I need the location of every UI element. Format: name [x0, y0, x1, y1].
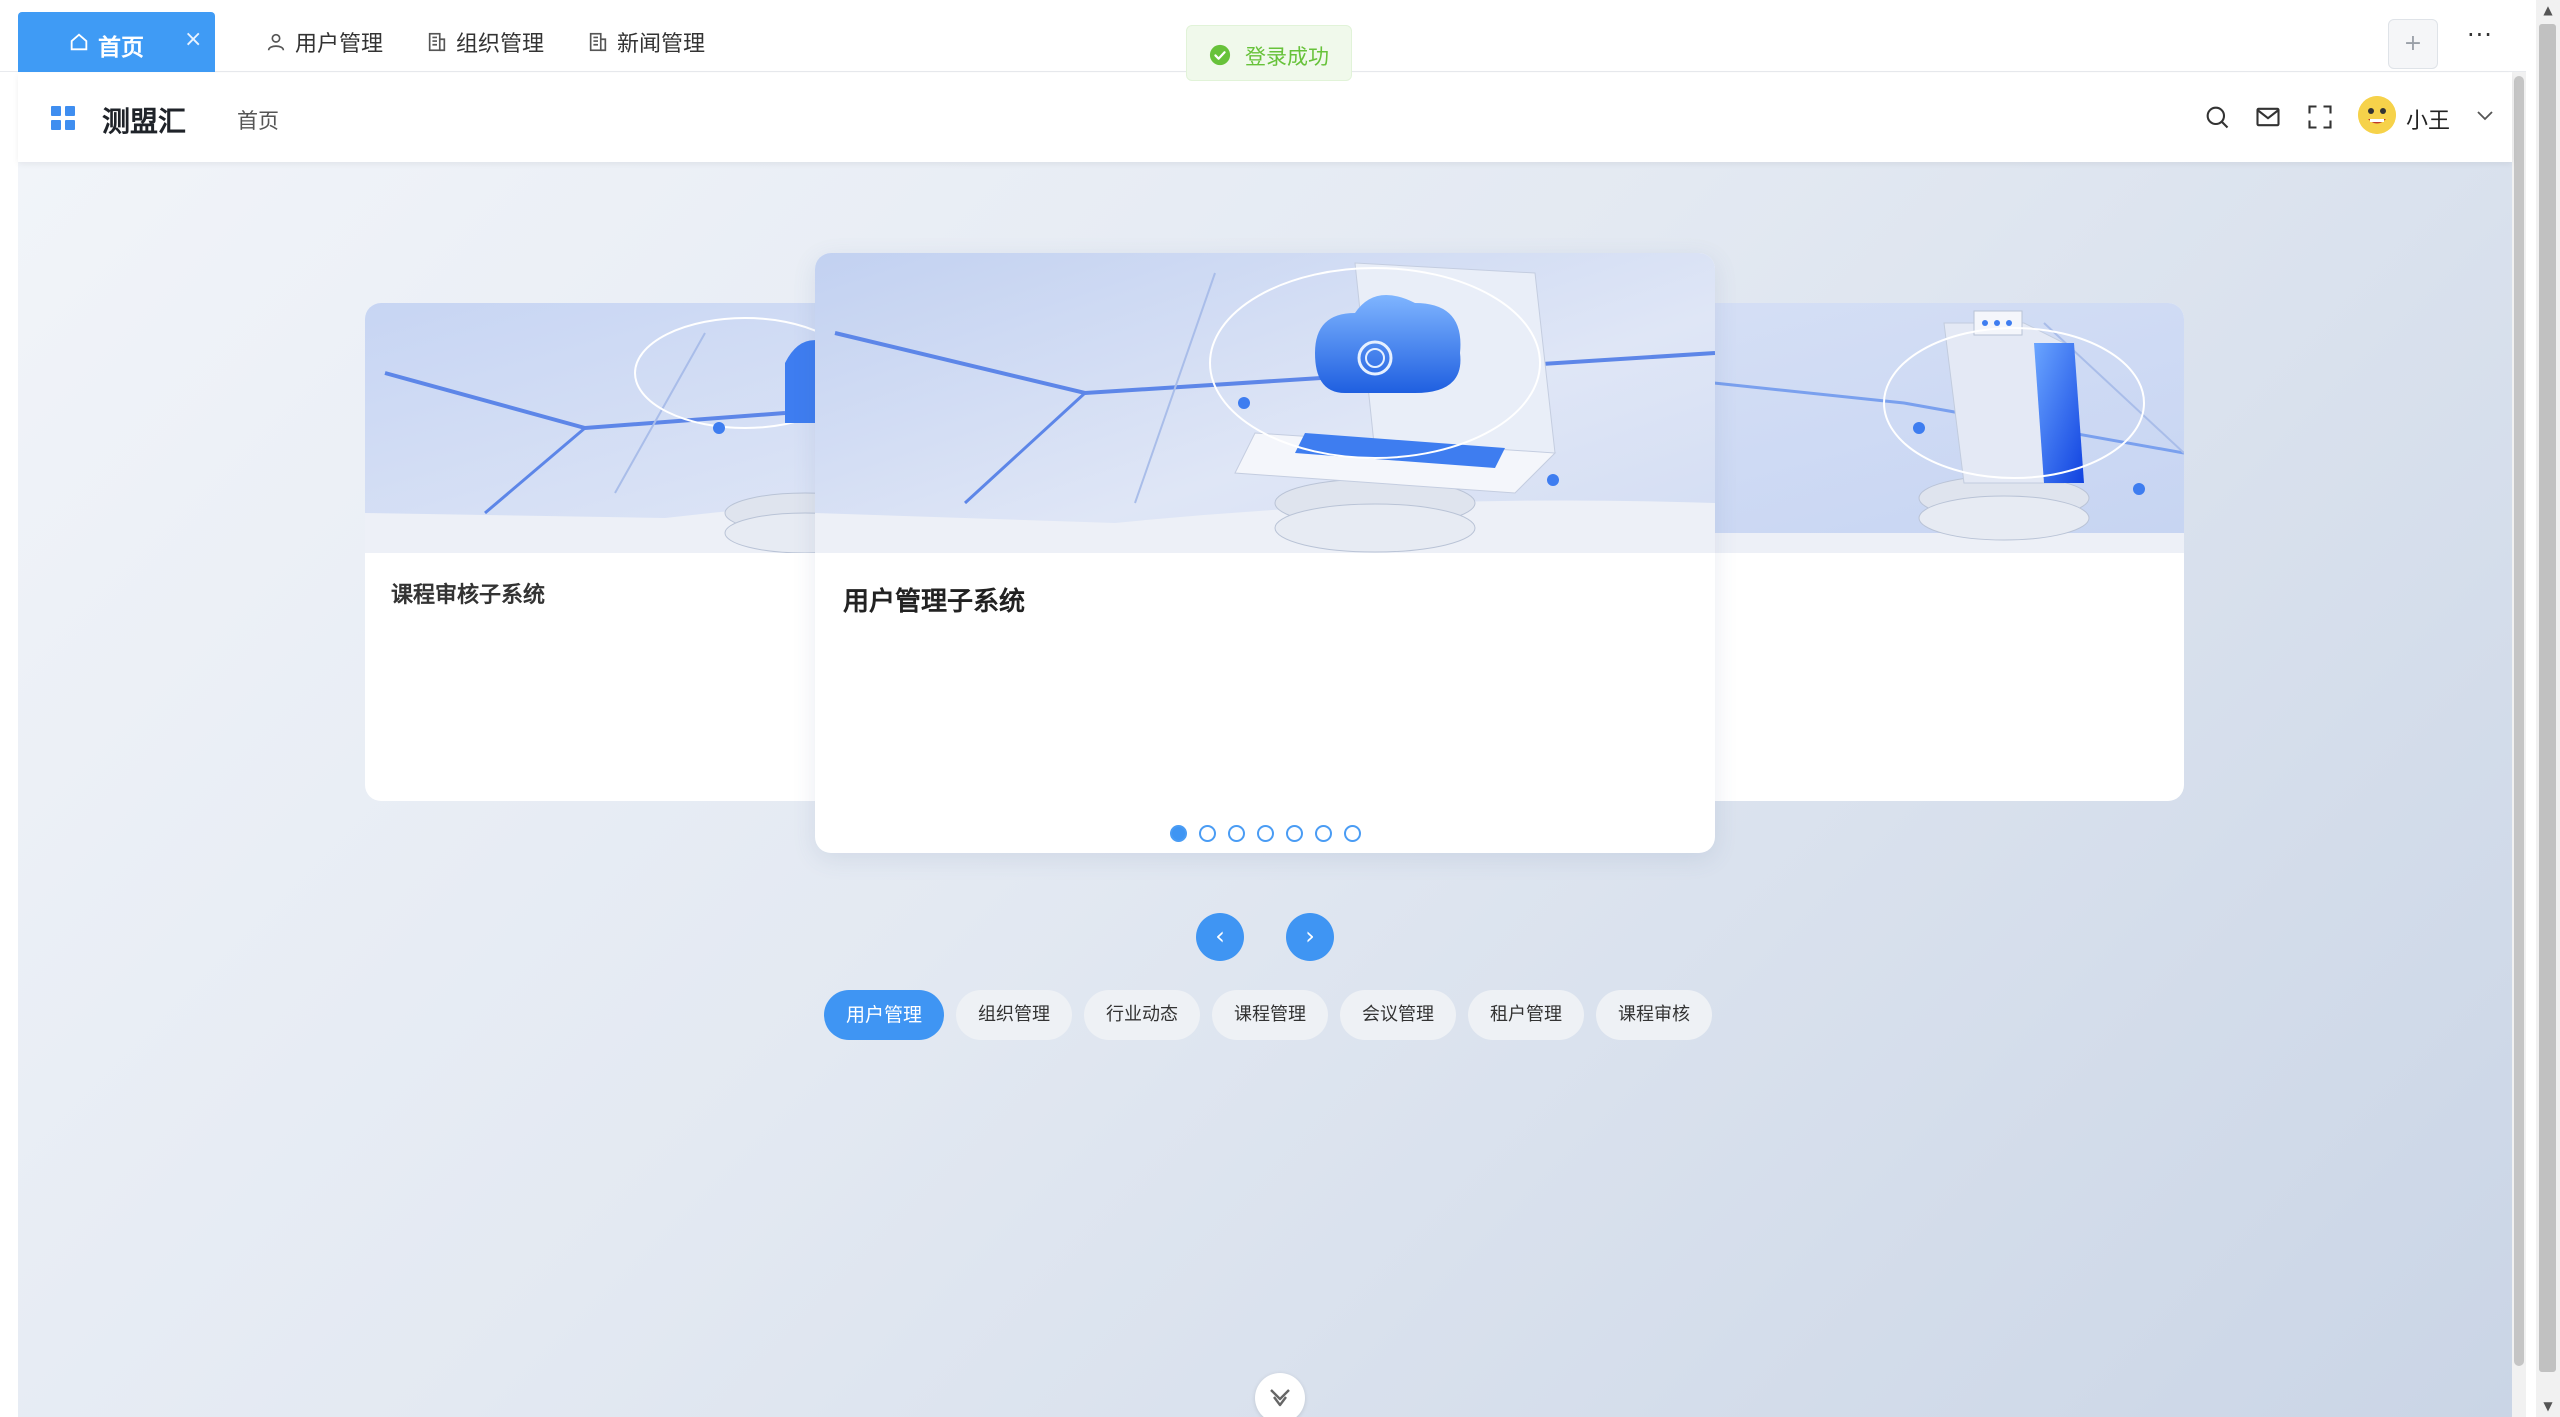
carousel-dot[interactable] — [1314, 825, 1332, 842]
tab-org-management[interactable]: 组织管理 — [426, 12, 544, 72]
user-icon — [267, 33, 285, 51]
mail-icon[interactable] — [2254, 103, 2282, 131]
tab-label: 组织管理 — [456, 32, 545, 57]
home-icon — [70, 33, 88, 51]
carousel-dot[interactable] — [1198, 825, 1216, 842]
chevron-left-icon: ‹ — [1215, 922, 1225, 950]
module-chip[interactable]: 用户管理 — [824, 990, 945, 1040]
search-icon[interactable] — [2203, 103, 2231, 131]
login-success-toast: 登录成功 — [1186, 25, 1352, 81]
card-title: 课程审核子系统 — [391, 583, 546, 608]
carousel-prev-button[interactable]: ‹ — [1196, 913, 1244, 961]
avatar[interactable] — [2358, 96, 2396, 134]
module-chips: 用户管理 组织管理 行业动态 课程管理 会议管理 租户管理 课程审核 — [824, 990, 1724, 1040]
tab-news-management[interactable]: 新闻管理 — [587, 12, 705, 72]
carousel-dot[interactable] — [1227, 825, 1245, 842]
close-icon[interactable]: × — [184, 27, 202, 52]
check-circle-icon — [1209, 44, 1231, 66]
main-content: 课程审核子系统 用户管理子系统 ‹ › 用户管理 组织管理 行业动态 课程管理 … — [18, 162, 2512, 1417]
module-chip[interactable]: 行业动态 — [1084, 990, 1201, 1040]
building-icon — [428, 32, 446, 52]
module-chip[interactable]: 课程审核 — [1596, 990, 1713, 1040]
carousel-dot[interactable] — [1285, 825, 1303, 842]
module-chip[interactable]: 会议管理 — [1340, 990, 1457, 1040]
module-chip[interactable]: 课程管理 — [1212, 990, 1329, 1040]
scroll-down-button[interactable] — [1255, 1373, 1305, 1417]
toast-text: 登录成功 — [1245, 45, 1329, 69]
carousel-dot[interactable] — [1256, 825, 1274, 842]
add-tab-button[interactable]: + — [2388, 19, 2438, 69]
tab-home-label: 首页 — [98, 35, 144, 61]
module-chip[interactable]: 组织管理 — [956, 990, 1073, 1040]
carousel-indicators — [815, 825, 1715, 842]
tab-home[interactable]: 首页 × — [18, 12, 215, 72]
tab-user-management[interactable]: 用户管理 — [265, 12, 383, 72]
scroll-down-arrow-icon[interactable]: ▼ — [2540, 1398, 2556, 1414]
fullscreen-icon[interactable] — [2306, 103, 2334, 131]
chevron-down-icon[interactable] — [2476, 109, 2494, 123]
tab-label: 用户管理 — [295, 32, 384, 57]
carousel-dot[interactable] — [1169, 825, 1187, 842]
brand-title: 测盟汇 — [102, 105, 187, 138]
carousel-dot[interactable] — [1343, 825, 1361, 842]
carousel-next-button[interactable]: › — [1286, 913, 1334, 961]
carousel-card-center[interactable]: 用户管理子系统 — [815, 253, 1715, 853]
card-illustration — [815, 253, 1715, 553]
double-chevron-down-icon — [1270, 1389, 1290, 1407]
tab-label: 新闻管理 — [617, 32, 706, 57]
user-name[interactable]: 小王 — [2406, 103, 2450, 135]
scroll-up-arrow-icon[interactable]: ▲ — [2540, 2, 2556, 18]
module-chip[interactable]: 租户管理 — [1468, 990, 1585, 1040]
grid-icon[interactable] — [51, 106, 75, 130]
content-scrollbar[interactable] — [2514, 76, 2524, 1366]
building-icon — [589, 32, 607, 52]
chevron-right-icon: › — [1305, 922, 1315, 950]
app-header: 测盟汇 首页 小王 — [18, 73, 2512, 162]
window-scrollbar[interactable] — [2539, 24, 2556, 1372]
breadcrumb: 首页 — [237, 109, 279, 133]
card-title: 用户管理子系统 — [843, 587, 1026, 617]
more-icon[interactable]: ··· — [2460, 23, 2500, 64]
